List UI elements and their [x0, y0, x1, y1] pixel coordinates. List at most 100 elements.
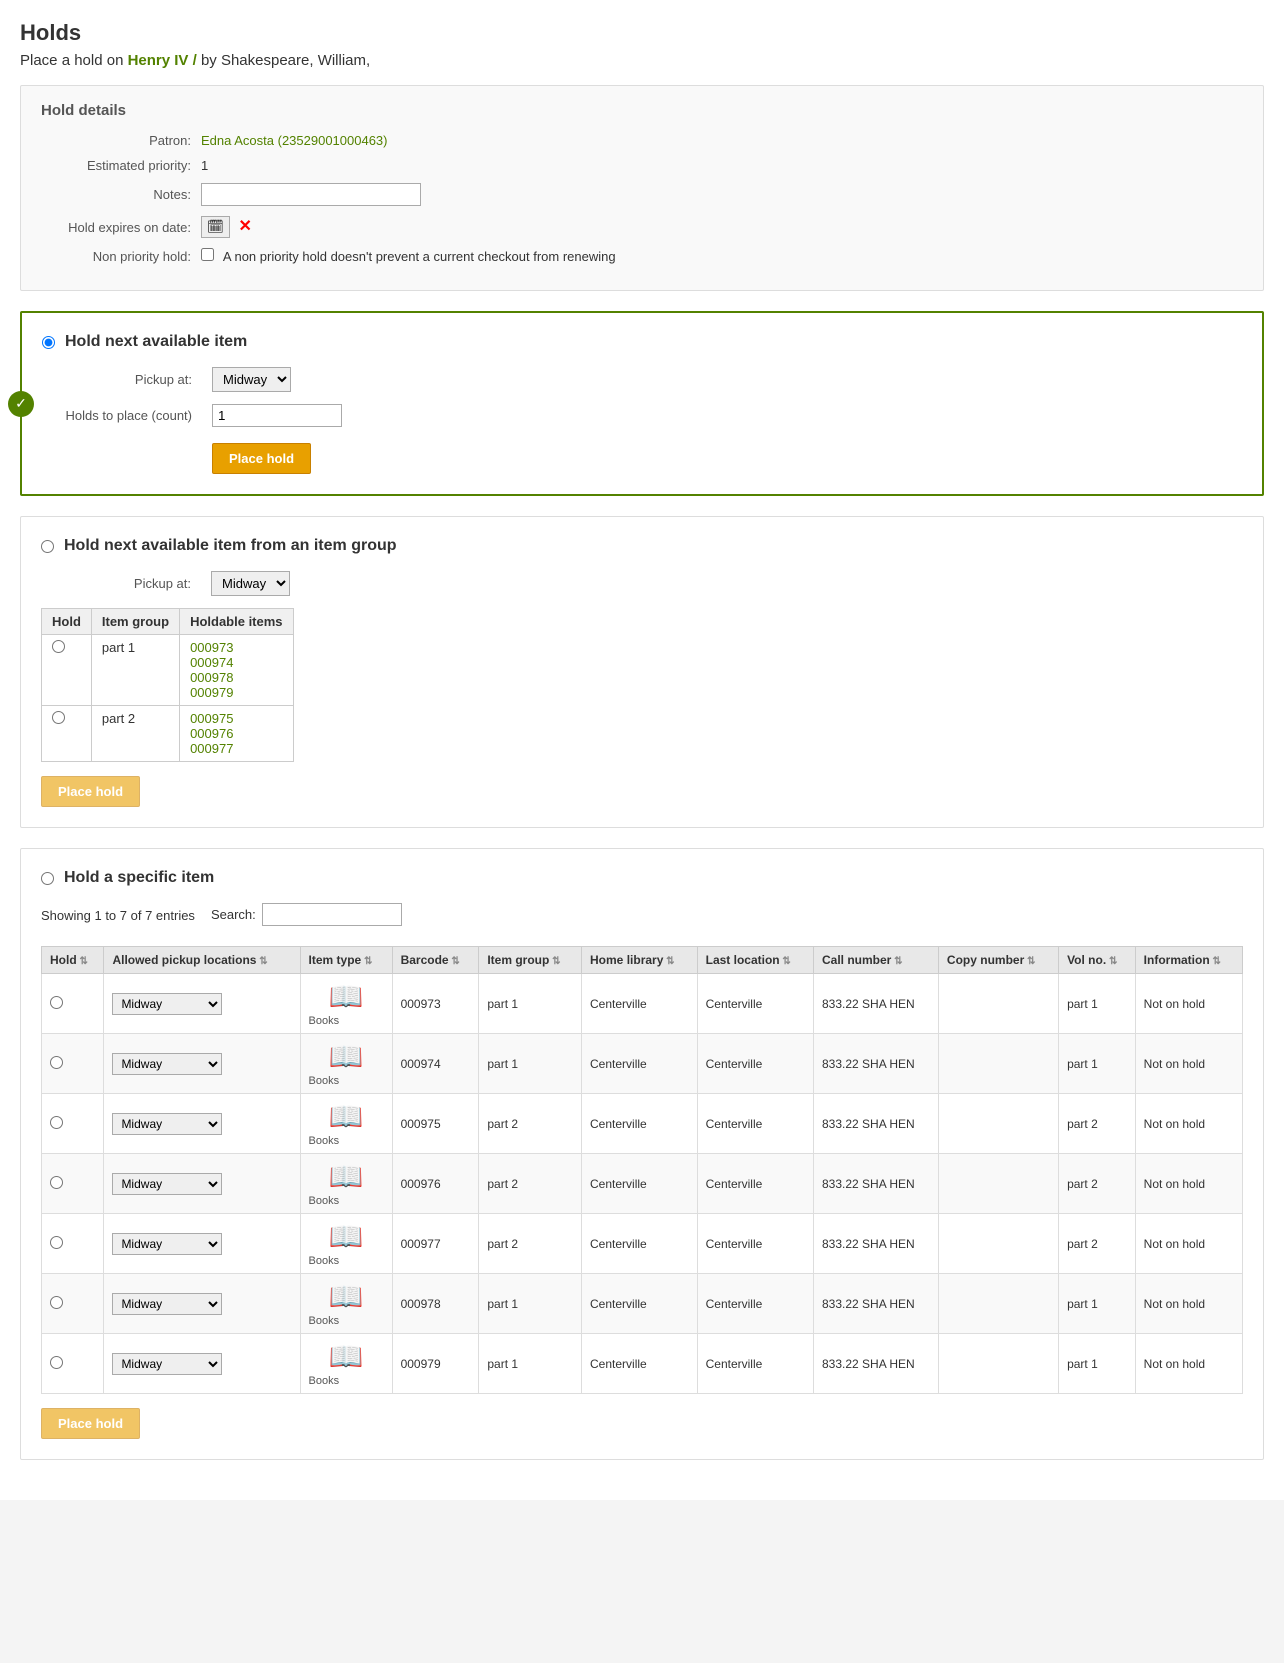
non-priority-checkbox[interactable] [201, 248, 214, 261]
row-pickup-cell[interactable]: Midway [104, 1274, 300, 1334]
th-barcode[interactable]: Barcode [392, 947, 479, 974]
specific-item-radio[interactable] [50, 1116, 63, 1129]
row-barcode-cell: 000976 [392, 1154, 479, 1214]
section1-pickup-row: Pickup at: Midway [42, 367, 1242, 392]
row-pickup-select[interactable]: Midway [112, 993, 222, 1015]
th-pickup-locations[interactable]: Allowed pickup locations [104, 947, 300, 974]
table-row: Midway 📖 Books 000976 part 2 Centerville… [42, 1154, 1243, 1214]
row-call-number-cell: 833.22 SHA HEN [813, 1214, 938, 1274]
ig-radio[interactable] [52, 640, 65, 653]
row-pickup-cell[interactable]: Midway [104, 1094, 300, 1154]
row-radio-cell[interactable] [42, 1274, 104, 1334]
holdable-item-link[interactable]: 000977 [190, 741, 282, 756]
subtitle: Place a hold on Henry IV / by Shakespear… [20, 52, 1264, 69]
book-icon: 📖 [309, 1280, 384, 1313]
row-pickup-cell[interactable]: Midway [104, 1214, 300, 1274]
ig-cell-radio[interactable] [42, 635, 92, 706]
row-vol-no-cell: part 1 [1059, 1034, 1136, 1094]
ig-cell-radio[interactable] [42, 706, 92, 762]
table-row: Midway 📖 Books 000978 part 1 Centerville… [42, 1274, 1243, 1334]
holdable-item-link[interactable]: 000979 [190, 685, 282, 700]
holdable-item-link[interactable]: 000978 [190, 670, 282, 685]
row-radio-cell[interactable] [42, 1214, 104, 1274]
holdable-item-link[interactable]: 000974 [190, 655, 282, 670]
book-icon: 📖 [309, 1100, 384, 1133]
non-priority-row: Non priority hold: A non priority hold d… [41, 248, 1243, 264]
row-pickup-select[interactable]: Midway [112, 1233, 222, 1255]
section2-header: Hold next available item from an item gr… [41, 537, 1243, 555]
holdable-item-link[interactable]: 000975 [190, 711, 282, 726]
row-item-group-cell: part 1 [479, 974, 582, 1034]
row-item-group-cell: part 2 [479, 1214, 582, 1274]
showing-text: Showing 1 to 7 of 7 entries [41, 908, 195, 923]
hold-expires-label: Hold expires on date: [41, 220, 201, 235]
ig-col-hold: Hold [42, 609, 92, 635]
row-pickup-select[interactable]: Midway [112, 1113, 222, 1135]
specific-item-radio[interactable] [50, 996, 63, 1009]
section2-place-hold-button[interactable]: Place hold [41, 776, 140, 807]
notes-value[interactable] [201, 183, 1243, 206]
ig-cell-group: part 1 [91, 635, 179, 706]
row-pickup-select[interactable]: Midway [112, 1293, 222, 1315]
row-information-cell: Not on hold [1135, 1334, 1242, 1394]
th-copy-number[interactable]: Copy number [938, 947, 1058, 974]
section1-holds-count-input[interactable] [212, 404, 342, 427]
row-pickup-cell[interactable]: Midway [104, 1034, 300, 1094]
row-radio-cell[interactable] [42, 974, 104, 1034]
notes-input[interactable] [201, 183, 421, 206]
table-row: Midway 📖 Books 000973 part 1 Centerville… [42, 974, 1243, 1034]
specific-item-radio[interactable] [50, 1296, 63, 1309]
holdable-item-link[interactable]: 000976 [190, 726, 282, 741]
section2-radio[interactable] [41, 540, 54, 553]
title-link[interactable]: Henry IV / [128, 52, 197, 69]
section3-radio[interactable] [41, 872, 54, 885]
th-last-location[interactable]: Last location [697, 947, 813, 974]
holdable-item-link[interactable]: 000973 [190, 640, 282, 655]
th-item-type[interactable]: Item type [300, 947, 392, 974]
row-call-number-cell: 833.22 SHA HEN [813, 1334, 938, 1394]
ig-cell-holdable: 000975000976000977 [180, 706, 293, 762]
row-copy-number-cell [938, 1154, 1058, 1214]
calendar-button[interactable]: 🗓 [201, 216, 230, 238]
th-information[interactable]: Information [1135, 947, 1242, 974]
row-information-cell: Not on hold [1135, 1274, 1242, 1334]
row-vol-no-cell: part 2 [1059, 1154, 1136, 1214]
th-vol-no[interactable]: Vol no. [1059, 947, 1136, 974]
section-next-available: ✓ Hold next available item Pickup at: Mi… [20, 311, 1264, 496]
row-radio-cell[interactable] [42, 1154, 104, 1214]
row-home-library-cell: Centerville [582, 1094, 698, 1154]
row-pickup-select[interactable]: Midway [112, 1053, 222, 1075]
specific-items-section: Showing 1 to 7 of 7 entries Search: Hold… [41, 903, 1243, 1439]
row-radio-cell[interactable] [42, 1094, 104, 1154]
specific-item-radio[interactable] [50, 1236, 63, 1249]
row-call-number-cell: 833.22 SHA HEN [813, 1154, 938, 1214]
row-pickup-cell[interactable]: Midway [104, 974, 300, 1034]
specific-item-radio[interactable] [50, 1056, 63, 1069]
row-pickup-select[interactable]: Midway [112, 1353, 222, 1375]
row-pickup-select[interactable]: Midway [112, 1173, 222, 1195]
th-home-library[interactable]: Home library [582, 947, 698, 974]
row-item-type-cell: 📖 Books [300, 1214, 392, 1274]
section1-radio[interactable] [42, 336, 55, 349]
specific-item-radio[interactable] [50, 1356, 63, 1369]
clear-date-button[interactable]: ✕ [239, 216, 252, 236]
search-input[interactable] [262, 903, 402, 926]
th-item-group[interactable]: Item group [479, 947, 582, 974]
section2-pickup-select[interactable]: Midway [211, 571, 290, 596]
row-home-library-cell: Centerville [582, 1274, 698, 1334]
row-pickup-cell[interactable]: Midway [104, 1154, 300, 1214]
ig-radio[interactable] [52, 711, 65, 724]
item-group-row: part 1 000973000974000978000979 [42, 635, 294, 706]
th-hold[interactable]: Hold [42, 947, 104, 974]
non-priority-checkbox-label[interactable]: A non priority hold doesn't prevent a cu… [201, 249, 616, 264]
th-call-number[interactable]: Call number [813, 947, 938, 974]
section1-pickup-select[interactable]: Midway [212, 367, 291, 392]
hold-expires-value: 🗓 ✕ [201, 216, 1243, 238]
section1-place-hold-button[interactable]: Place hold [212, 443, 311, 474]
row-radio-cell[interactable] [42, 1034, 104, 1094]
specific-item-radio[interactable] [50, 1176, 63, 1189]
row-pickup-cell[interactable]: Midway [104, 1334, 300, 1394]
non-priority-value: A non priority hold doesn't prevent a cu… [201, 248, 1243, 264]
row-radio-cell[interactable] [42, 1334, 104, 1394]
section3-place-hold-button[interactable]: Place hold [41, 1408, 140, 1439]
